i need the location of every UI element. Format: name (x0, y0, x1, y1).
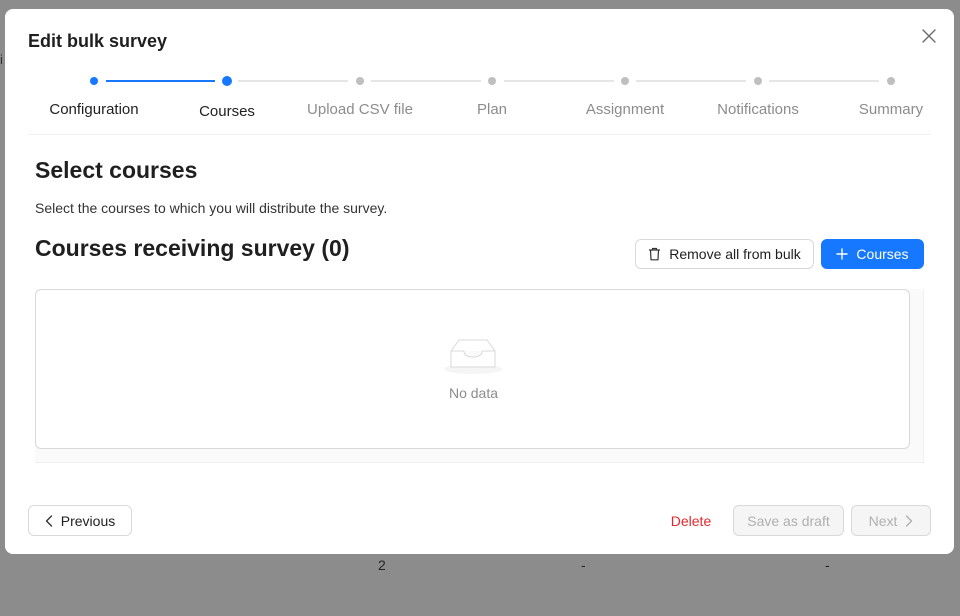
steps-divider (28, 134, 931, 135)
step-connector (504, 80, 614, 82)
next-button[interactable]: Next (851, 505, 931, 536)
chevron-right-icon (906, 514, 913, 527)
step-label-assignment[interactable]: Assignment (555, 101, 695, 118)
step-dot-notifications[interactable] (754, 77, 762, 85)
plus-icon (836, 248, 849, 260)
step-dot-summary[interactable] (887, 77, 895, 85)
delete-button[interactable]: Delete (657, 505, 725, 536)
step-connector (106, 80, 215, 82)
courses-table: No data (35, 289, 924, 463)
empty-state: No data (35, 289, 910, 449)
step-connector (769, 80, 879, 82)
courses-list-title: Courses receiving survey (0) (35, 235, 350, 261)
step-connector (636, 80, 746, 82)
step-label-plan[interactable]: Plan (422, 101, 562, 118)
step-label-summary[interactable]: Summary (821, 101, 960, 118)
empty-inbox-icon (444, 339, 502, 374)
edit-bulk-survey-modal: Edit bulk survey Configuration Courses U… (5, 9, 954, 554)
previous-label: Previous (60, 512, 116, 529)
empty-text: No data (448, 385, 499, 401)
steps-progress: Configuration Courses Upload CSV file Pl… (5, 9, 954, 139)
save-draft-button[interactable]: Save as draft (733, 505, 844, 536)
step-connector (238, 80, 348, 82)
background-cell-value: 2 (378, 557, 386, 573)
background-cell-value: - (825, 557, 830, 573)
background-cell-value: - (581, 557, 586, 573)
step-label-courses[interactable]: Courses (157, 103, 297, 120)
step-dot-upload-csv[interactable] (356, 77, 364, 85)
step-label-upload-csv[interactable]: Upload CSV file (290, 101, 430, 118)
trash-icon (649, 247, 661, 261)
chevron-left-icon (45, 514, 52, 527)
step-label-configuration[interactable]: Configuration (24, 101, 164, 118)
remove-all-button[interactable]: Remove all from bulk (635, 239, 814, 269)
step-label-notifications[interactable]: Notifications (688, 101, 828, 118)
step-dot-assignment[interactable] (621, 77, 629, 85)
section-description: Select the courses to which you will dis… (35, 200, 388, 216)
background-text-fragment: i (0, 52, 3, 67)
step-connector (371, 80, 481, 82)
section-title: Select courses (35, 157, 198, 183)
step-dot-courses[interactable] (222, 76, 232, 86)
next-label: Next (868, 512, 898, 529)
step-dot-configuration[interactable] (90, 77, 98, 85)
add-courses-button[interactable]: Courses (821, 239, 924, 269)
remove-all-label: Remove all from bulk (669, 246, 801, 262)
previous-button[interactable]: Previous (28, 505, 132, 536)
add-courses-label: Courses (856, 246, 909, 262)
step-dot-plan[interactable] (488, 77, 496, 85)
